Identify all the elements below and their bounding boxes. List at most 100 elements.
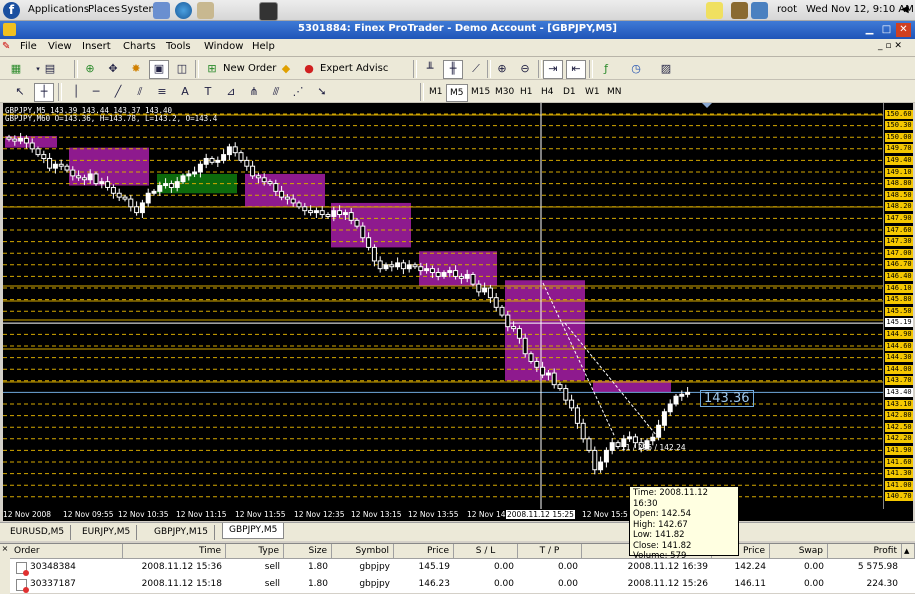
terminal-row[interactable] xyxy=(10,577,902,591)
email-client-icon[interactable] xyxy=(197,2,214,19)
bar-chart-icon[interactable]: ╨ xyxy=(420,60,440,79)
menu-help[interactable]: Help xyxy=(252,41,275,52)
col-profit[interactable]: Profit xyxy=(828,544,902,559)
profiles-icon[interactable]: ▤ xyxy=(40,60,60,79)
col-time[interactable]: Time xyxy=(123,544,226,559)
col-type[interactable]: Type xyxy=(226,544,284,559)
fibo-fan-icon[interactable]: ⋰ xyxy=(288,83,308,102)
tab-eurusd-m5[interactable]: EURUSD,M5 xyxy=(4,525,72,540)
timeframe-m1[interactable]: M1 xyxy=(426,84,446,100)
timeframe-m30[interactable]: M30 xyxy=(492,84,517,100)
col-sl[interactable]: S / L xyxy=(454,544,518,559)
price-axis[interactable]: 150.60 150.30 150.00 149.70 149.40 149.10 148.… xyxy=(883,103,913,509)
time-axis[interactable]: 12 Nov 2008 12 Nov 09:55 12 Nov 10:35 12 No… xyxy=(3,509,913,521)
candle-body xyxy=(273,183,279,192)
chart-shift-icon[interactable]: ⇤ xyxy=(566,60,586,79)
text-icon[interactable]: A xyxy=(175,83,195,102)
time-axis-label: 12 Nov 2008 xyxy=(3,510,52,519)
arrows-icon[interactable]: ➘ xyxy=(312,83,332,102)
scroll-up-icon[interactable]: ▲ xyxy=(902,544,915,559)
applications-menu[interactable]: Applications xyxy=(28,4,89,15)
candlestick-chart-svg[interactable] xyxy=(3,103,883,509)
window-title-bar[interactable]: 5301884: Finex ProTrader - Demo Account … xyxy=(0,21,915,39)
line-chart-icon[interactable]: ⟋ xyxy=(466,60,486,79)
help-people-icon[interactable] xyxy=(153,2,170,19)
menu-charts[interactable]: Charts xyxy=(123,41,156,52)
price-axis-label: 150.30 xyxy=(885,121,913,131)
indicators-icon[interactable]: ƒ xyxy=(596,60,616,79)
expert-advisors-button[interactable]: Expert Advisc xyxy=(317,61,391,77)
channel-icon[interactable]: ⫽ xyxy=(130,83,150,102)
col-price[interactable]: Price xyxy=(394,544,454,559)
gann-icon[interactable]: ⊿ xyxy=(221,83,241,102)
document-icon[interactable]: ✎ xyxy=(2,41,10,52)
zoom-in-icon[interactable]: ⊕ xyxy=(492,60,512,79)
fedora-logo-icon[interactable]: f xyxy=(3,2,20,19)
auto-scroll-icon[interactable]: ⇥ xyxy=(543,60,563,79)
notes-icon[interactable] xyxy=(706,2,723,19)
menu-file[interactable]: File xyxy=(20,41,37,52)
horizontal-line-icon[interactable]: ─ xyxy=(86,83,106,102)
places-menu[interactable]: Places xyxy=(88,4,120,15)
col-size[interactable]: Size xyxy=(284,544,332,559)
price-chart[interactable]: 143.36 11 / 295 / 142.24 xyxy=(3,103,883,509)
clock[interactable]: Wed Nov 12, 9:10 AM xyxy=(806,4,914,15)
updates-icon[interactable] xyxy=(731,2,748,19)
tab-gbpjpy-m5[interactable]: GBPJPY,M5 xyxy=(222,523,285,539)
fibonacci-icon[interactable]: ≡ xyxy=(152,83,172,102)
timeframe-m15[interactable]: M15 xyxy=(468,84,493,100)
terminal-row[interactable] xyxy=(10,560,902,574)
minimize-icon[interactable]: ▁ xyxy=(862,23,877,37)
volume-icon[interactable]: ◀ xyxy=(901,4,909,15)
strategy-tester-icon[interactable]: ◫ xyxy=(172,60,192,79)
timeframe-h4[interactable]: H4 xyxy=(538,84,557,100)
col-swap[interactable]: Swap xyxy=(770,544,828,559)
zoom-out-icon[interactable]: ⊖ xyxy=(515,60,535,79)
expert-advisors-icon[interactable]: ● xyxy=(299,60,319,79)
text-label-icon[interactable]: T xyxy=(198,83,218,102)
new-order-icon[interactable]: ⊞ xyxy=(202,60,222,79)
tab-eurjpy-m5[interactable]: EURJPY,M5 xyxy=(76,525,138,540)
navigator-icon[interactable]: ✥ xyxy=(103,60,123,79)
menu-view[interactable]: View xyxy=(48,41,72,52)
terminal-close-icon[interactable]: × xyxy=(0,544,10,594)
web-browser-icon[interactable] xyxy=(175,2,192,19)
candlestick-icon[interactable]: ╫ xyxy=(443,60,463,79)
data-window-icon[interactable]: ✸ xyxy=(126,60,146,79)
trendline-icon[interactable]: ╱ xyxy=(108,83,128,102)
candle-body xyxy=(377,260,383,270)
candle-body xyxy=(145,192,151,204)
andrews-pitchfork-icon[interactable]: ⋔ xyxy=(244,83,264,102)
timeframe-h1[interactable]: H1 xyxy=(517,84,536,100)
crosshair-icon[interactable]: ┼ xyxy=(34,83,54,102)
network-icon[interactable] xyxy=(751,2,768,19)
periods-icon[interactable]: ◷ xyxy=(626,60,646,79)
mdi-controls[interactable]: _ ▫ ✕ xyxy=(878,41,902,51)
timeframe-w1[interactable]: W1 xyxy=(582,84,603,100)
terminal-icon[interactable]: ▣ xyxy=(149,60,169,79)
metaeditor-icon[interactable]: ◆ xyxy=(276,60,296,79)
menu-insert[interactable]: Insert xyxy=(82,41,111,52)
timeframe-d1[interactable]: D1 xyxy=(560,84,579,100)
templates-icon[interactable]: ▨ xyxy=(656,60,676,79)
candle-body xyxy=(441,272,447,277)
candle-body xyxy=(110,186,116,194)
tab-gbpjpy-m15[interactable]: GBPJPY,M15 xyxy=(148,525,216,540)
timeframe-mn[interactable]: MN xyxy=(604,84,625,100)
new-order-button[interactable]: New Order xyxy=(220,61,279,77)
terminal-launcher-icon[interactable] xyxy=(259,2,278,21)
col-tp[interactable]: T / P xyxy=(518,544,582,559)
cycle-lines-icon[interactable]: ⫻ xyxy=(266,83,286,102)
price-axis-label: 141.90 xyxy=(885,445,913,455)
close-icon[interactable]: ✕ xyxy=(896,23,911,37)
market-watch-icon[interactable]: ⊕ xyxy=(80,60,100,79)
col-order[interactable]: Order xyxy=(10,544,123,559)
menu-window[interactable]: Window xyxy=(204,41,243,52)
new-chart-icon[interactable]: ▦ xyxy=(6,60,26,79)
menu-tools[interactable]: Tools xyxy=(166,41,191,52)
col-symbol[interactable]: Symbol xyxy=(332,544,394,559)
timeframe-m5[interactable]: M5 xyxy=(446,84,468,102)
cursor-icon[interactable]: ↖ xyxy=(10,83,30,102)
vertical-line-icon[interactable]: │ xyxy=(66,83,86,102)
maximize-icon[interactable]: □ xyxy=(879,23,894,37)
